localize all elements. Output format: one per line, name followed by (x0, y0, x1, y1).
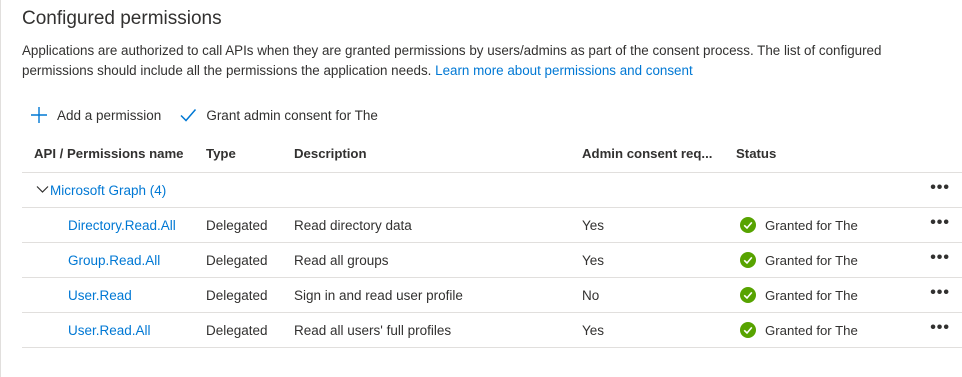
permission-name-link[interactable]: Directory.Read.All (68, 218, 176, 233)
add-permission-button[interactable]: Add a permission (30, 106, 161, 124)
more-horizontal-icon[interactable]: ••• (930, 284, 950, 302)
status-cell: Granted for The (740, 217, 864, 233)
section-description: Applications are authorized to call APIs… (22, 41, 952, 81)
permission-type: Delegated (206, 288, 268, 303)
more-horizontal-icon[interactable]: ••• (930, 214, 950, 232)
table-header-row: API / Permissions name Type Description … (22, 138, 962, 173)
permission-description: Read directory data (294, 218, 412, 233)
column-header-description[interactable]: Description (294, 146, 367, 161)
more-horizontal-icon[interactable]: ••• (930, 319, 950, 337)
group-label[interactable]: Microsoft Graph (4) (50, 183, 166, 198)
more-horizontal-icon[interactable]: ••• (930, 249, 950, 267)
permission-name-link[interactable]: User.Read.All (68, 323, 151, 338)
permission-description: Sign in and read user profile (294, 288, 463, 303)
status-cell: Granted for The (740, 287, 864, 303)
status-text: Granted for The (765, 287, 858, 303)
admin-consent-required: No (582, 288, 600, 303)
permission-type: Delegated (206, 218, 268, 233)
configured-permissions-page: Configured permissions Applications are … (0, 0, 962, 377)
checkmark-icon (180, 109, 197, 122)
permission-description: Read all groups (294, 253, 389, 268)
status-text: Granted for The (765, 217, 858, 233)
grant-admin-consent-label: Grant admin consent for The (206, 107, 378, 123)
success-check-circle-icon (740, 252, 756, 268)
permissions-table: API / Permissions name Type Description … (22, 138, 962, 348)
admin-consent-required: Yes (582, 323, 605, 338)
learn-more-link[interactable]: Learn more about permissions and consent (435, 63, 693, 78)
section-title: Configured permissions (22, 8, 222, 29)
column-header-type[interactable]: Type (206, 146, 236, 161)
more-horizontal-icon[interactable]: ••• (930, 179, 950, 197)
table-row: Directory.Read.All Delegated Read direct… (22, 208, 962, 243)
table-row: Group.Read.All Delegated Read all groups… (22, 243, 962, 278)
permission-type: Delegated (206, 253, 268, 268)
group-row-microsoft-graph[interactable]: Microsoft Graph (4) ••• (22, 173, 962, 208)
plus-icon (31, 107, 47, 123)
chevron-down-icon[interactable] (36, 185, 49, 194)
table-row: User.Read Delegated Sign in and read use… (22, 278, 962, 313)
add-permission-label: Add a permission (57, 107, 162, 123)
left-divider (0, 0, 1, 377)
permission-type: Delegated (206, 323, 268, 338)
permission-description: Read all users' full profiles (294, 323, 452, 338)
permissions-toolbar: Add a permission Grant admin consent for… (30, 103, 396, 127)
success-check-circle-icon (740, 217, 756, 233)
status-cell: Granted for The (740, 252, 864, 268)
status-cell: Granted for The (740, 322, 864, 338)
admin-consent-required: Yes (582, 253, 605, 268)
permission-name-link[interactable]: Group.Read.All (68, 253, 160, 268)
admin-consent-required: Yes (582, 218, 605, 233)
success-check-circle-icon (740, 287, 756, 303)
status-text: Granted for The (765, 322, 858, 338)
column-header-api-name[interactable]: API / Permissions name (34, 146, 184, 161)
permission-name-link[interactable]: User.Read (68, 288, 132, 303)
column-header-admin-consent[interactable]: Admin consent req... (582, 146, 712, 161)
success-check-circle-icon (740, 322, 756, 338)
grant-admin-consent-button[interactable]: Grant admin consent for The (179, 106, 378, 124)
table-row: User.Read.All Delegated Read all users' … (22, 313, 962, 348)
status-text: Granted for The (765, 252, 858, 268)
column-header-status[interactable]: Status (736, 146, 776, 161)
